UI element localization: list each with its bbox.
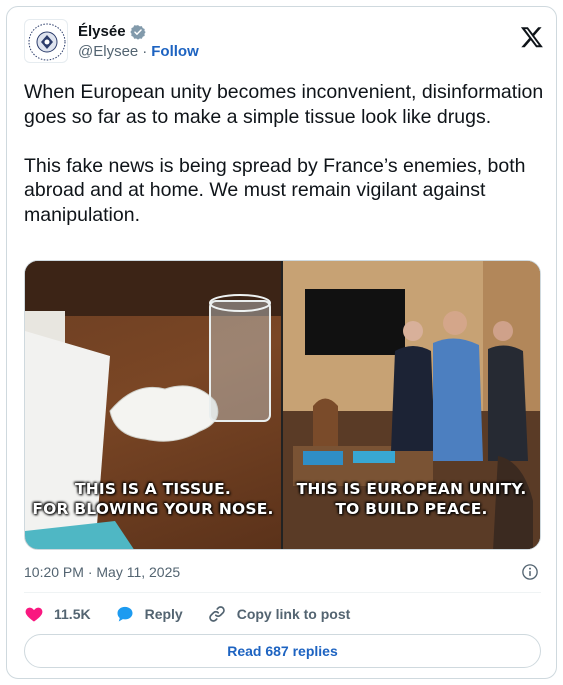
- gray-verified-badge-icon: [129, 24, 146, 40]
- caption-line: THIS IS EUROPEAN UNITY.: [296, 480, 527, 498]
- post-header: Élysée @Elysee · Follow: [24, 19, 544, 67]
- elysee-seal-icon: [28, 23, 66, 61]
- post-timestamp[interactable]: 10:20 PM · May 11, 2025: [24, 564, 180, 580]
- caption-line: TO BUILD PEACE.: [335, 500, 488, 518]
- info-icon[interactable]: [521, 563, 539, 581]
- reply-bubble-icon: [117, 606, 133, 622]
- post-card: Élysée @Elysee · Follow When European un…: [6, 6, 557, 679]
- media-caption-left: THIS IS A TISSUE. FOR BLOWING YOUR NOSE.: [25, 479, 281, 519]
- copy-link-label: Copy link to post: [236, 606, 351, 622]
- media-image-tissue[interactable]: THIS IS A TISSUE. FOR BLOWING YOUR NOSE.: [25, 261, 281, 549]
- action-bar: 11.5K Reply Copy link to post: [24, 598, 374, 630]
- follow-button[interactable]: Follow: [151, 43, 199, 60]
- read-replies-button[interactable]: Read 687 replies: [24, 634, 541, 668]
- display-name[interactable]: Élysée: [78, 23, 126, 40]
- like-button[interactable]: 11.5K: [24, 604, 91, 624]
- media-caption-right: THIS IS EUROPEAN UNITY. TO BUILD PEACE.: [283, 479, 540, 519]
- avatar[interactable]: [24, 19, 68, 63]
- post-text: When European unity becomes inconvenient…: [24, 81, 544, 226]
- x-logo-icon[interactable]: [520, 25, 544, 49]
- like-count: 11.5K: [54, 606, 91, 622]
- handle-row: @Elysee · Follow: [78, 43, 199, 60]
- heart-icon: [25, 607, 43, 622]
- caption-line: FOR BLOWING YOUR NOSE.: [32, 500, 274, 518]
- divider: [24, 592, 541, 593]
- copy-link-button[interactable]: Copy link to post: [207, 604, 351, 624]
- separator: ·: [142, 43, 148, 60]
- handle[interactable]: @Elysee: [78, 43, 138, 60]
- post-media[interactable]: THIS IS A TISSUE. FOR BLOWING YOUR NOSE.: [24, 260, 541, 550]
- media-image-meeting[interactable]: THIS IS EUROPEAN UNITY. TO BUILD PEACE.: [283, 261, 540, 549]
- reply-label: Reply: [144, 606, 183, 622]
- name-row: Élysée: [78, 23, 146, 40]
- reply-button[interactable]: Reply: [115, 604, 183, 624]
- link-icon: [208, 606, 225, 622]
- caption-line: THIS IS A TISSUE.: [74, 480, 232, 498]
